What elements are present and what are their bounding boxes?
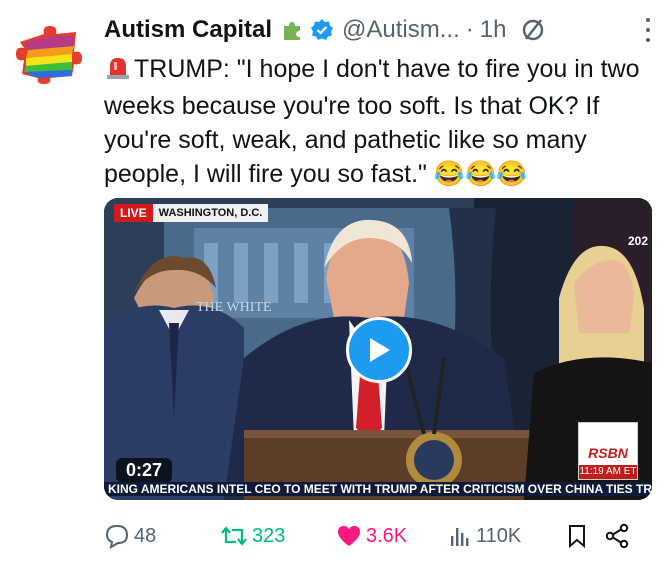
tweet-text: TRUMP: "I hope I don't have to fire you … (104, 52, 649, 191)
avatar[interactable] (14, 24, 84, 84)
siren-icon (104, 54, 132, 89)
year-fragment: 202 (627, 234, 648, 248)
reply-count: 48 (134, 524, 157, 547)
view-count: 110K (476, 524, 522, 547)
puzzle-piece-icon (280, 18, 304, 42)
live-banner: LIVE WASHINGTON, D.C. (114, 204, 269, 222)
share-button[interactable] (604, 523, 634, 549)
play-button[interactable] (346, 317, 412, 383)
live-label: LIVE (114, 204, 153, 222)
tweet-body: TRUMP: "I hope I don't have to fire you … (104, 55, 640, 188)
network-bug: RSBN 11:19 AM ET (578, 422, 638, 480)
video-player[interactable]: THE WHITE LIVE WASHINGTON, D.C. 202 RSBN… (104, 198, 652, 500)
verified-badge-icon (310, 18, 334, 42)
action-bar: 48 323 3.6K 110K (104, 518, 653, 554)
views-button[interactable]: 110K (448, 524, 521, 548)
rainbow-puzzle-logo-icon (16, 26, 82, 84)
separator-dot: · (465, 16, 474, 43)
repost-icon (221, 526, 247, 546)
backdrop-text: THE WHITE (196, 300, 272, 315)
display-name[interactable]: Autism Capital (104, 16, 272, 44)
video-duration: 0:27 (116, 458, 173, 483)
more-options-icon[interactable] (645, 18, 651, 42)
user-handle[interactable]: @Autism... (342, 16, 460, 44)
network-time: 11:19 AM ET (579, 465, 637, 479)
tweet-header: Autism Capital @Autism... · 1h (104, 12, 653, 48)
repost-button[interactable]: 323 (220, 523, 285, 549)
no-sign-icon (520, 17, 546, 43)
like-count: 3.6K (366, 524, 408, 547)
play-icon (370, 338, 390, 362)
share-icon (605, 523, 629, 549)
reply-icon (105, 524, 129, 549)
location-label: WASHINGTON, D.C. (152, 204, 269, 222)
heart-icon (338, 526, 360, 546)
news-ticker: KING AMERICANS INTEL CEO TO MEET WITH TR… (104, 482, 652, 496)
like-button[interactable]: 3.6K (336, 524, 407, 548)
repost-count: 323 (252, 524, 286, 547)
reply-button[interactable]: 48 (104, 523, 156, 549)
timestamp[interactable]: 1h (480, 16, 507, 44)
bookmark-icon (569, 525, 585, 549)
network-logo: RSBN (588, 445, 628, 461)
views-chart-icon (451, 528, 469, 546)
bookmark-button[interactable] (566, 523, 592, 549)
